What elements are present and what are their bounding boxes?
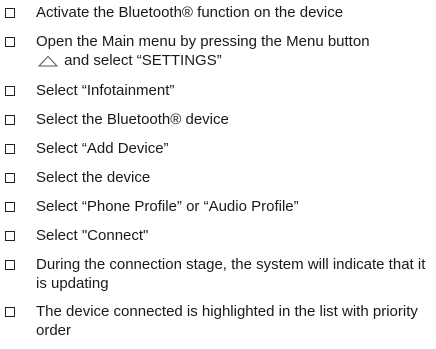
checklist-item-text: During the connection stage, the system … (36, 256, 426, 292)
checklist-item-text-part: and select “SETTINGS” (64, 52, 222, 69)
checkbox[interactable] (5, 37, 15, 47)
checklist-item: Select the device (0, 168, 436, 187)
checklist-item-text: Activate the Bluetooth® function on the … (36, 4, 344, 21)
checkbox[interactable] (5, 260, 15, 270)
checkbox[interactable] (5, 115, 15, 125)
checklist-item: Select “Add Device” (0, 139, 436, 158)
checkbox[interactable] (5, 8, 15, 18)
checklist-item-text-part: Open the Main menu by pressing the Menu … (36, 33, 370, 50)
checkbox[interactable] (5, 231, 15, 241)
checkbox[interactable] (5, 86, 15, 96)
checklist-item: The device connected is highlighted in t… (0, 302, 436, 340)
checklist-item: During the connection stage, the system … (0, 255, 436, 293)
checkbox[interactable] (5, 173, 15, 183)
checkbox[interactable] (5, 307, 15, 317)
checklist-item-text: Select the Bluetooth® device (36, 111, 229, 128)
checklist-item: Select “Infotainment” (0, 81, 436, 100)
checkbox[interactable] (5, 202, 15, 212)
checkbox[interactable] (5, 144, 15, 154)
checklist-item-text: Open the Main menu by pressing the Menu … (36, 32, 436, 72)
checklist-item: Select "Connect" (0, 226, 436, 245)
checklist-item: Select the Bluetooth® device (0, 110, 436, 129)
home-icon (37, 53, 59, 72)
checklist-item-text: Select the device (36, 169, 151, 186)
checklist-item-text: The device connected is highlighted in t… (36, 303, 418, 339)
checklist-item-text: Select "Connect" (36, 227, 149, 244)
checklist-item: Activate the Bluetooth® function on the … (0, 3, 436, 22)
instruction-checklist: Activate the Bluetooth® function on the … (0, 3, 436, 349)
checklist-item: Select “Phone Profile” or “Audio Profile… (0, 197, 436, 216)
checklist-item-text: Select “Add Device” (36, 140, 169, 157)
checklist-item-text: Select “Phone Profile” or “Audio Profile… (36, 198, 299, 215)
checklist-item: Open the Main menu by pressing the Menu … (0, 32, 436, 72)
checklist-item-text: Select “Infotainment” (36, 82, 175, 99)
